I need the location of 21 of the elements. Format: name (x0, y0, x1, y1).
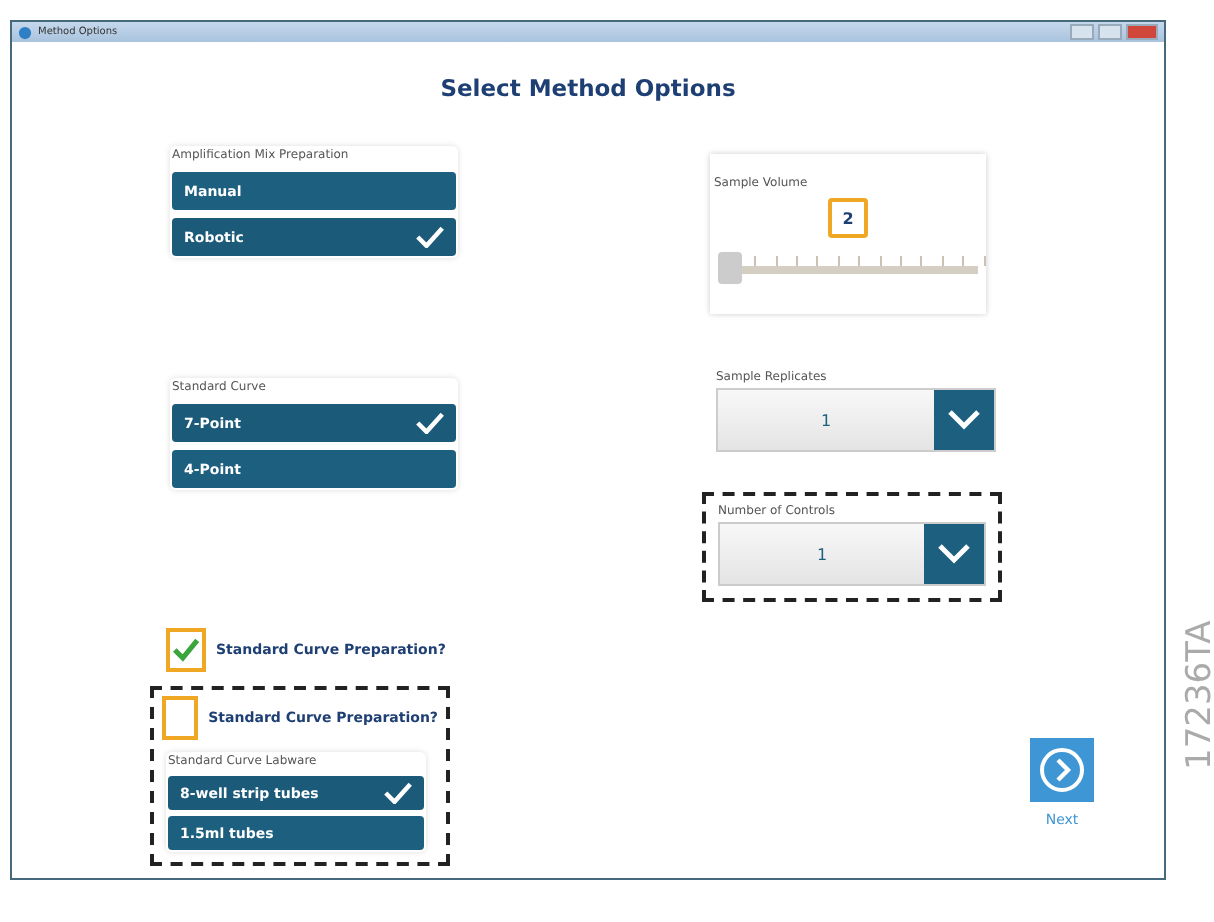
page-heading: Select Method Options (438, 74, 738, 106)
chevron-down-icon (924, 524, 984, 584)
dropdown-value: 1 (814, 543, 830, 567)
chevron-down-icon (934, 390, 994, 450)
value-box: 2 (828, 198, 868, 238)
dropdown-value: 1 (818, 409, 834, 433)
minimize-button[interactable] (1070, 24, 1094, 40)
dropdown[interactable]: 1 (718, 522, 986, 586)
checkbox[interactable] (162, 696, 199, 740)
checkmark-icon (416, 412, 444, 434)
maximize-button[interactable] (1098, 24, 1122, 40)
dropdown[interactable]: 1 (716, 388, 996, 452)
chevron-right-icon (1030, 738, 1094, 802)
checkmark-icon (384, 782, 412, 804)
checkbox[interactable] (166, 628, 206, 672)
checkmark-icon (416, 226, 444, 248)
checkmark-icon (170, 634, 202, 666)
figure-id: 17236TA (1180, 620, 1214, 770)
app-icon (18, 25, 32, 39)
slider-thumb[interactable] (718, 252, 742, 284)
close-button[interactable] (1126, 24, 1158, 40)
